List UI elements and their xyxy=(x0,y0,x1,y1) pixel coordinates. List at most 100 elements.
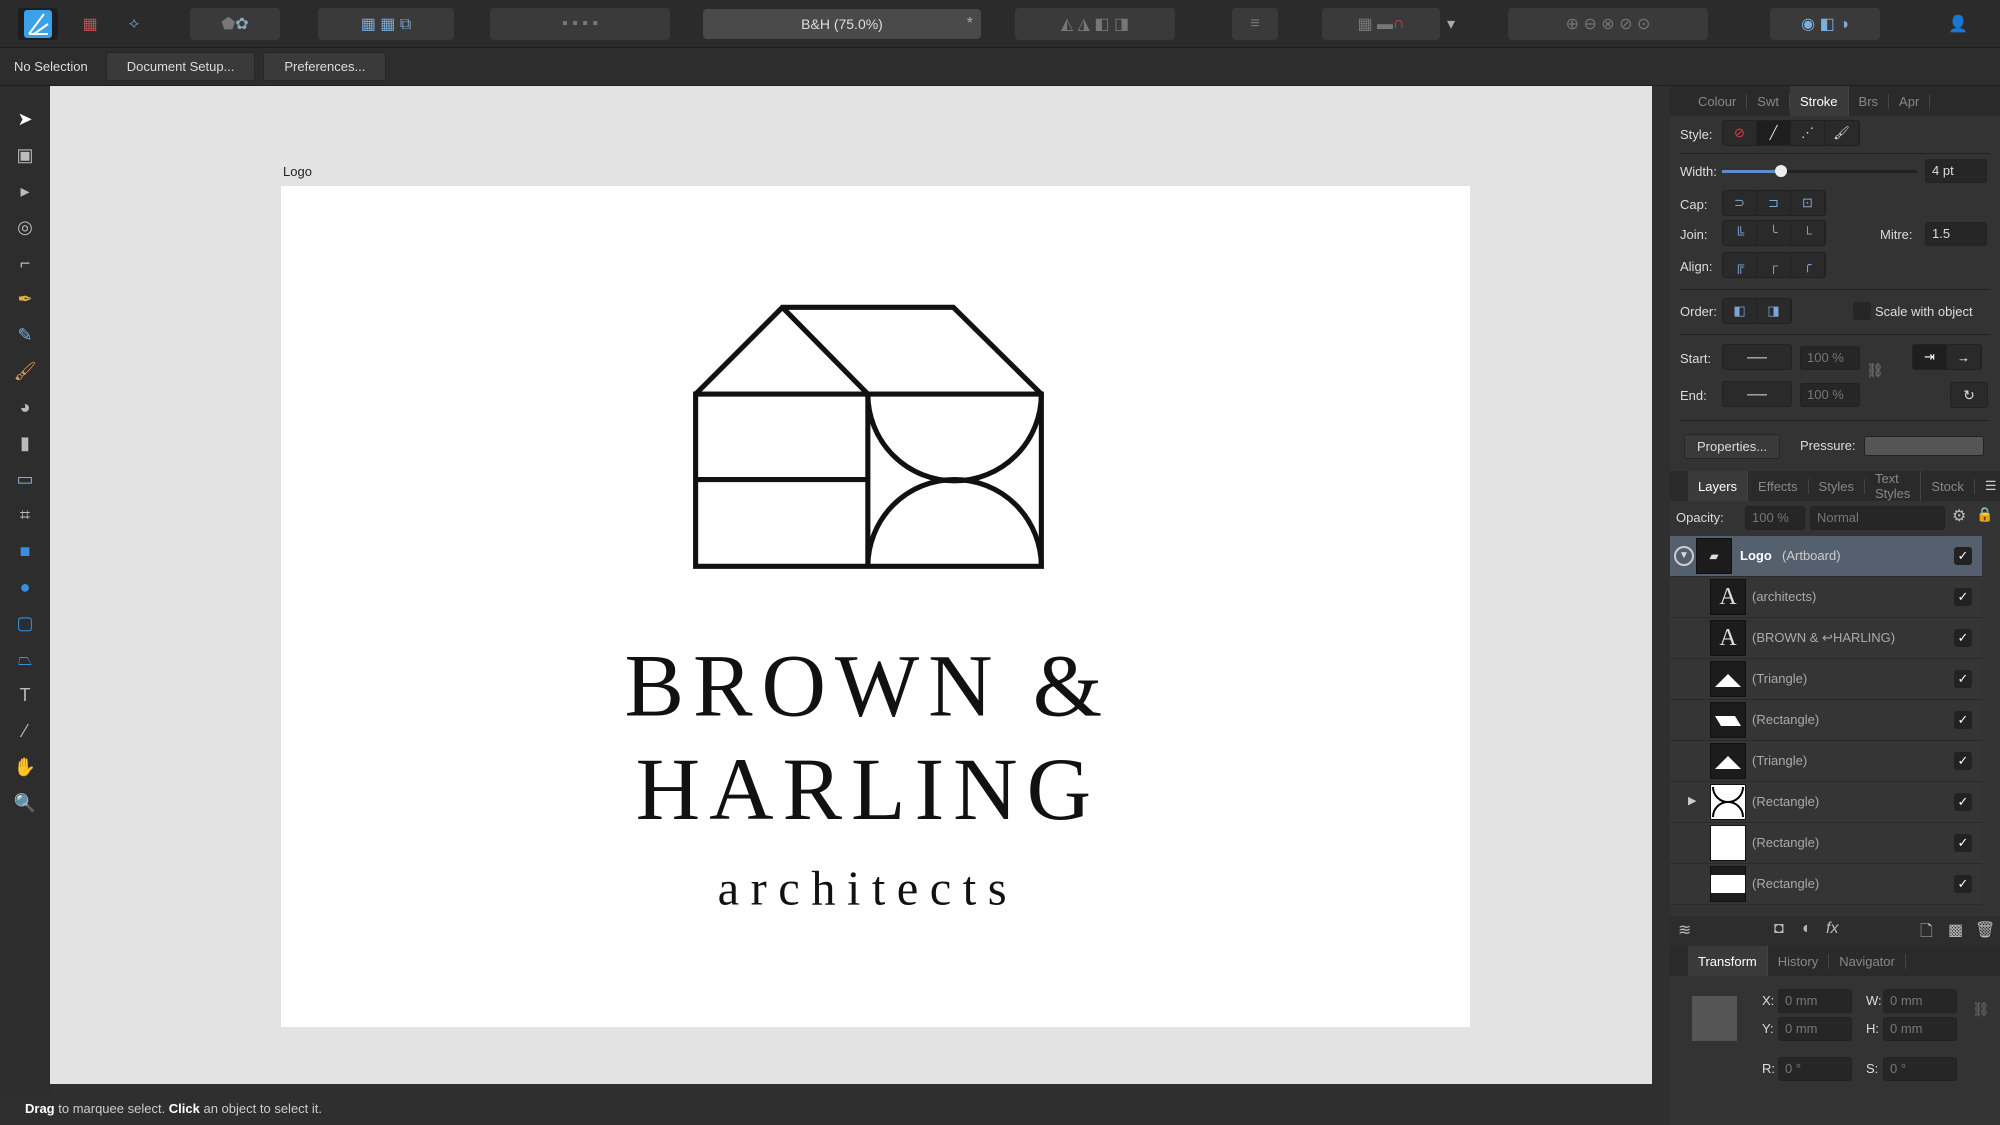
preferences-button[interactable]: Preferences... xyxy=(263,52,387,81)
layer-row[interactable]: ▶ (Rectangle) ✓ xyxy=(1670,782,1982,823)
export-persona-icon[interactable]: ⟡ xyxy=(118,8,150,40)
shear-field[interactable]: 0 ° xyxy=(1883,1057,1957,1081)
layer-row[interactable]: (Rectangle) ✓ xyxy=(1670,823,1982,864)
brush-tool-icon[interactable]: 🖌 xyxy=(12,358,38,384)
boolean-tools[interactable]: ⬟ ✿ xyxy=(190,8,280,40)
fx-icon[interactable]: fx xyxy=(1826,920,1838,938)
lock-aspect-icon[interactable]: ⛓ xyxy=(1972,1001,1990,1018)
corner-tool-icon[interactable]: ◎ xyxy=(12,214,38,240)
tab-history[interactable]: History xyxy=(1768,953,1830,969)
width-field[interactable]: 4 pt xyxy=(1925,159,1987,183)
add-layer-icon[interactable]: 🗋 xyxy=(1920,920,1933,947)
visibility-checkbox[interactable]: ✓ xyxy=(1954,834,1972,852)
ellipse-tool-icon[interactable]: ● xyxy=(12,574,38,600)
h-field[interactable]: 0 mm xyxy=(1883,1017,1957,1041)
document-title[interactable]: B&H (75.0%) * xyxy=(703,9,981,39)
panel-menu-icon[interactable]: ☰ xyxy=(1975,478,2000,494)
crop-tool-icon[interactable]: ⌗ xyxy=(12,502,38,528)
artboard-logo[interactable]: BROWN & HARLING architects xyxy=(281,186,1470,1027)
stroke-front-icon[interactable]: ◨ xyxy=(1757,299,1791,323)
studio-toggles[interactable]: ◉ ◧ ◑ xyxy=(1770,8,1880,40)
link-scale-icon[interactable]: ⛓ xyxy=(1866,362,1884,379)
pen-path-tool-icon[interactable]: ⌐ xyxy=(12,250,38,276)
layer-row[interactable]: (Triangle) ✓ xyxy=(1670,741,1982,782)
round-join-icon[interactable]: ╰ xyxy=(1757,221,1791,245)
layer-row-artboard[interactable]: ▼ ▰ Logo (Artboard) ✓ xyxy=(1670,536,1982,577)
artboard-tool-icon[interactable]: ▣ xyxy=(12,142,38,168)
align-tool[interactable]: ≡ xyxy=(1232,8,1278,40)
layer-row[interactable]: A (architects) ✓ xyxy=(1670,577,1982,618)
layer-row[interactable]: (Rectangle) ✓ xyxy=(1670,700,1982,741)
pressure-graph[interactable] xyxy=(1864,436,1984,456)
visibility-checkbox[interactable]: ✓ xyxy=(1954,875,1972,893)
fill-tool-icon[interactable]: ◕ xyxy=(12,394,38,420)
tab-styles[interactable]: Styles xyxy=(1809,478,1865,494)
align-outside-icon[interactable]: ╭ xyxy=(1791,253,1825,277)
arrow-inside-icon[interactable]: ⇥ xyxy=(1913,345,1947,369)
miter-join-icon[interactable]: ╚ xyxy=(1723,221,1757,245)
trash-icon[interactable]: 🗑 xyxy=(1975,920,1995,940)
properties-button[interactable]: Properties... xyxy=(1684,434,1781,459)
texture-brush-icon[interactable]: 🖌 xyxy=(1825,121,1859,145)
tab-brushes[interactable]: Brs xyxy=(1849,93,1890,109)
arrow-outside-icon[interactable]: → xyxy=(1947,345,1981,369)
collapse-icon[interactable]: ▼ xyxy=(1674,546,1694,566)
arrange-tools[interactable]: ▪ ▪ ▪ ▪ xyxy=(490,8,670,40)
boolean-operations[interactable]: ⊕ ⊖ ⊗ ⊘ ⊙ xyxy=(1508,8,1708,40)
start-arrowhead-picker[interactable]: ── xyxy=(1722,344,1792,370)
rectangle-tool-icon[interactable]: ■ xyxy=(12,538,38,564)
visibility-checkbox[interactable]: ✓ xyxy=(1954,588,1972,606)
no-stroke-icon[interactable]: ⊘ xyxy=(1723,121,1757,145)
width-slider[interactable] xyxy=(1722,165,1917,177)
trapezoid-tool-icon[interactable]: ⏢ xyxy=(12,646,38,672)
zoom-tool-icon[interactable]: 🔍 xyxy=(12,790,38,816)
document-setup-button[interactable]: Document Setup... xyxy=(105,52,256,81)
round-cap-icon[interactable]: ⊐ xyxy=(1757,191,1791,215)
move-tool-icon[interactable]: ➤ xyxy=(12,106,38,132)
add-pixel-layer-icon[interactable]: ▩ xyxy=(1948,920,1963,940)
end-arrowhead-picker[interactable]: ── xyxy=(1722,381,1792,407)
align-center-icon[interactable]: ╔ xyxy=(1723,253,1757,277)
transparency-tool-icon[interactable]: ▮ xyxy=(12,430,38,456)
mask-icon[interactable]: ◘ xyxy=(1774,920,1784,938)
square-cap-icon[interactable]: ⊡ xyxy=(1791,191,1825,215)
tab-stroke[interactable]: Stroke xyxy=(1789,86,1849,116)
visibility-checkbox[interactable]: ✓ xyxy=(1954,752,1972,770)
scale-with-object-checkbox[interactable] xyxy=(1853,302,1871,320)
node-tool-icon[interactable]: ▸ xyxy=(12,178,38,204)
opacity-field[interactable]: 100 % xyxy=(1745,506,1805,530)
visibility-checkbox[interactable]: ✓ xyxy=(1954,711,1972,729)
tab-stock[interactable]: Stock xyxy=(1921,478,1975,494)
tab-effects[interactable]: Effects xyxy=(1748,478,1809,494)
pencil-tool-icon[interactable]: ✎ xyxy=(12,322,38,348)
user-icon[interactable]: 👤 xyxy=(1940,8,1976,40)
tab-appearance[interactable]: Apr xyxy=(1889,93,1931,109)
blend-mode-select[interactable]: Normal xyxy=(1810,506,1945,530)
snapping-dropdown-icon[interactable]: ▾ xyxy=(1440,8,1462,40)
rotation-field[interactable]: 0 ° xyxy=(1778,1057,1852,1081)
snapping-grid-tools[interactable]: ▦ ▦ ⧉ xyxy=(318,8,454,40)
butt-cap-icon[interactable]: ⊃ xyxy=(1723,191,1757,215)
tab-text-styles[interactable]: Text Styles xyxy=(1865,471,1922,501)
stroke-behind-fill-icon[interactable]: ◧ xyxy=(1723,299,1757,323)
lock-icon[interactable]: 🔒 xyxy=(1976,506,1993,523)
text-tool-icon[interactable]: T xyxy=(12,682,38,708)
color-picker-tool-icon[interactable]: ⁄ xyxy=(12,718,38,744)
visibility-checkbox[interactable]: ✓ xyxy=(1954,629,1972,647)
x-field[interactable]: 0 mm xyxy=(1778,989,1852,1013)
visibility-checkbox[interactable]: ✓ xyxy=(1954,793,1972,811)
anchor-selector[interactable] xyxy=(1692,996,1737,1041)
align-inside-icon[interactable]: ┌ xyxy=(1757,253,1791,277)
tab-navigator[interactable]: Navigator xyxy=(1829,953,1906,969)
place-image-tool-icon[interactable]: ▭ xyxy=(12,466,38,492)
flip-rotate-tools[interactable]: ◭ ◮ ◧ ◨ xyxy=(1015,8,1175,40)
layers-stack-icon[interactable]: ≋ xyxy=(1678,920,1691,940)
pen-tool-icon[interactable]: ✒ xyxy=(12,286,38,312)
pixel-persona-icon[interactable]: ▦ xyxy=(74,8,106,40)
adjustment-icon[interactable]: ◐ xyxy=(1802,920,1812,938)
tab-colour[interactable]: Colour xyxy=(1688,93,1748,109)
visibility-checkbox[interactable]: ✓ xyxy=(1954,547,1972,565)
tab-transform[interactable]: Transform xyxy=(1688,946,1768,976)
layer-row[interactable]: A (BROWN & ↩HARLING) ✓ xyxy=(1670,618,1982,659)
visibility-checkbox[interactable]: ✓ xyxy=(1954,670,1972,688)
